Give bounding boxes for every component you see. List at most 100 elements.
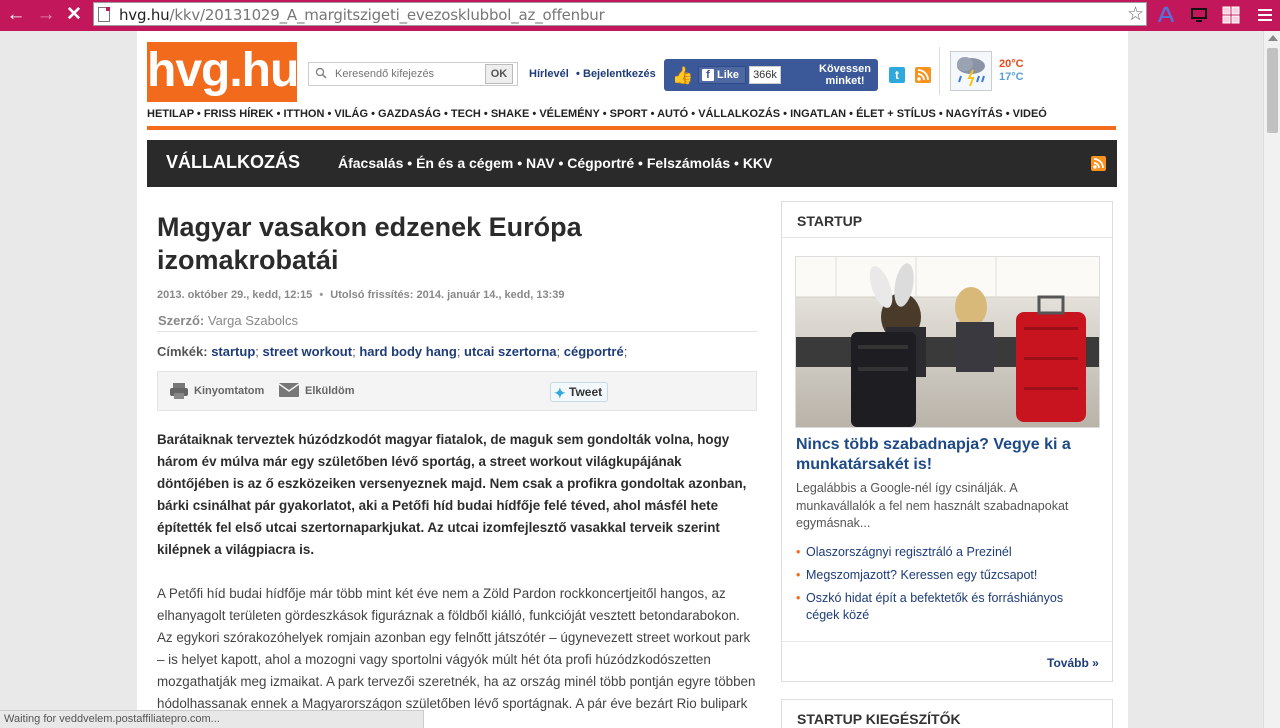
nav-item[interactable]: TECH bbox=[451, 108, 481, 120]
status-bar: Waiting for veddvelem.postaffiliatepro.c… bbox=[0, 710, 424, 728]
tweet-button[interactable]: ✦ Tweet bbox=[550, 382, 608, 402]
tag-link[interactable]: street workout bbox=[263, 344, 353, 359]
print-link[interactable]: Kinyomtatom bbox=[194, 385, 264, 397]
startup-link[interactable]: • Olaszországnyi regisztráló a Prezinél bbox=[796, 544, 1091, 561]
extension-a-icon[interactable] bbox=[1157, 6, 1175, 24]
bullet: • bbox=[796, 545, 801, 559]
nav-item[interactable]: ÉLET + STÍLUS bbox=[856, 108, 936, 120]
newsletter-link[interactable]: Hírlevél bbox=[529, 68, 569, 80]
menu-icon[interactable] bbox=[1255, 6, 1275, 24]
startup-headline[interactable]: Nincs több szabadnapja? Vegye ki a munka… bbox=[796, 435, 1101, 475]
section-links: Áfacsalás • Én és a cégem • NAV • Cégpor… bbox=[338, 155, 772, 171]
startup-image[interactable] bbox=[795, 256, 1100, 428]
nav-item[interactable]: ITTHON bbox=[283, 108, 324, 120]
more-link[interactable]: Tovább » bbox=[1047, 656, 1099, 670]
nav-separator: • bbox=[529, 108, 540, 120]
extension-monitor-icon[interactable] bbox=[1190, 6, 1208, 24]
vertical-scrollbar[interactable] bbox=[1263, 31, 1280, 728]
bullet: • bbox=[796, 568, 801, 582]
tag-link[interactable]: cégportré bbox=[564, 344, 624, 359]
nav-item[interactable]: VIDEÓ bbox=[1013, 108, 1047, 120]
tag-separator: ; bbox=[623, 344, 628, 359]
scroll-up-icon[interactable] bbox=[1268, 35, 1278, 41]
tag-separator: ; bbox=[556, 344, 564, 359]
login-link[interactable]: Bejelentkezés bbox=[583, 68, 656, 80]
extension-grid-icon[interactable] bbox=[1222, 6, 1240, 24]
startup-addons-box: STARTUP KIEGÉSZÍTŐK bbox=[781, 699, 1113, 728]
author-line: Szerző: Varga Szabolcs bbox=[158, 313, 298, 328]
nav-separator: • bbox=[324, 108, 335, 120]
tag-link[interactable]: hard body hang bbox=[359, 344, 457, 359]
nav-item[interactable]: INGATLAN bbox=[790, 108, 846, 120]
author-name: Varga Szabolcs bbox=[207, 313, 298, 328]
follow-us-link[interactable]: Kövessen minket! bbox=[814, 63, 876, 87]
startup-link[interactable]: • Megszomjazott? Keressen egy tűzcsapot! bbox=[796, 567, 1091, 584]
url-host: hvg.hu bbox=[119, 6, 170, 24]
publish-date: 2013. október 29., kedd, 12:15 bbox=[157, 289, 313, 301]
scrollbar-thumb[interactable] bbox=[1267, 48, 1278, 133]
nav-item[interactable]: VÁLLALKOZÁS bbox=[698, 108, 780, 120]
rss-icon[interactable] bbox=[915, 67, 931, 83]
back-arrow-icon[interactable]: ← bbox=[5, 4, 27, 26]
nav-item[interactable]: SPORT bbox=[610, 108, 648, 120]
page-icon bbox=[98, 7, 110, 22]
startup-title[interactable]: STARTUP bbox=[782, 202, 1112, 238]
forward-arrow-icon[interactable]: → bbox=[35, 4, 57, 26]
top-navigation: HETILAP • FRISS HÍREK • ITTHON • VILÁG •… bbox=[147, 108, 1116, 126]
nav-separator: • bbox=[780, 108, 791, 120]
article-headline: Magyar vasakon edzenek Európa izomakroba… bbox=[157, 212, 582, 275]
temp-low: 17°C bbox=[999, 71, 1024, 83]
nav-item[interactable]: VÉLEMÉNY bbox=[539, 108, 599, 120]
stop-loading-icon[interactable]: ✕ bbox=[63, 4, 85, 26]
startup-link[interactable]: • Oszkó hidat épít a befektetők és forrás… bbox=[796, 590, 1091, 624]
twitter-icon[interactable]: t bbox=[889, 67, 905, 83]
search-ok-button[interactable]: OK bbox=[485, 64, 513, 84]
section-separator: • bbox=[513, 155, 527, 171]
nav-separator: • bbox=[688, 108, 699, 120]
address-bar[interactable]: hvg.hu/kkv/20131029_A_margitszigeti_evez… bbox=[93, 2, 1147, 26]
site-logo[interactable]: hvg.hu bbox=[147, 42, 299, 102]
nav-item[interactable]: VILÁG bbox=[334, 108, 368, 120]
rain-cloud-icon bbox=[950, 51, 992, 91]
search-input[interactable] bbox=[335, 66, 510, 82]
section-rss-icon[interactable] bbox=[1091, 156, 1106, 171]
tag-separator: ; bbox=[255, 344, 263, 359]
nav-separator: • bbox=[193, 108, 204, 120]
article: Magyar vasakon edzenek Európa izomakroba… bbox=[157, 211, 757, 728]
bookmark-star-icon[interactable]: ☆ bbox=[1127, 3, 1144, 26]
mail-icon[interactable] bbox=[279, 383, 299, 397]
section-link[interactable]: NAV bbox=[526, 155, 555, 171]
nav-item[interactable]: SHAKE bbox=[491, 108, 530, 120]
section-link[interactable]: Felszámolás bbox=[647, 155, 730, 171]
facebook-like-button[interactable]: f Like bbox=[698, 66, 746, 84]
section-link[interactable]: KKV bbox=[743, 155, 773, 171]
temp-high: 20°C bbox=[999, 58, 1024, 70]
nav-item[interactable]: AUTÓ bbox=[657, 108, 688, 120]
startup-box: STARTUP Nincs több szabadnapja? Vegye ki… bbox=[781, 201, 1113, 682]
weather-widget[interactable] bbox=[939, 47, 999, 95]
tag-link[interactable]: startup bbox=[211, 344, 255, 359]
addons-title[interactable]: STARTUP KIEGÉSZÍTŐK bbox=[797, 711, 961, 727]
nav-separator: • bbox=[935, 108, 946, 120]
url-path: /kkv/20131029_A_margitszigeti_evezosklub… bbox=[169, 6, 605, 24]
section-title[interactable]: VÁLLALKOZÁS bbox=[166, 152, 300, 173]
like-count: 366k bbox=[749, 66, 781, 84]
nav-item[interactable]: FRISS HÍREK bbox=[204, 108, 274, 120]
section-link[interactable]: Cégportré bbox=[567, 155, 634, 171]
nav-separator: • bbox=[480, 108, 491, 120]
nav-separator: • bbox=[273, 108, 284, 120]
send-link[interactable]: Elküldöm bbox=[305, 385, 355, 397]
tag-link[interactable]: utcai szertorna bbox=[464, 344, 556, 359]
web-page: hvg.hu OK Hírlevél • Bejelentkezés 👍 fLi… bbox=[137, 31, 1128, 728]
nav-separator: • bbox=[1002, 108, 1013, 120]
section-link[interactable]: Én és a cégem bbox=[416, 155, 513, 171]
article-dateline: 2013. október 29., kedd, 12:15 • Utolsó … bbox=[157, 289, 564, 301]
print-icon[interactable] bbox=[169, 382, 189, 400]
thumbs-up-icon: 👍 bbox=[672, 66, 694, 85]
nav-item[interactable]: GAZDASÁG bbox=[378, 108, 441, 120]
nav-item[interactable]: HETILAP bbox=[147, 108, 194, 120]
section-link[interactable]: Áfacsalás bbox=[338, 155, 403, 171]
nav-item[interactable]: NAGYÍTÁS bbox=[946, 108, 1003, 120]
dateline-separator: • bbox=[319, 289, 324, 301]
share-bar: Kinyomtatom Elküldöm ✦ Tweet bbox=[157, 371, 757, 411]
